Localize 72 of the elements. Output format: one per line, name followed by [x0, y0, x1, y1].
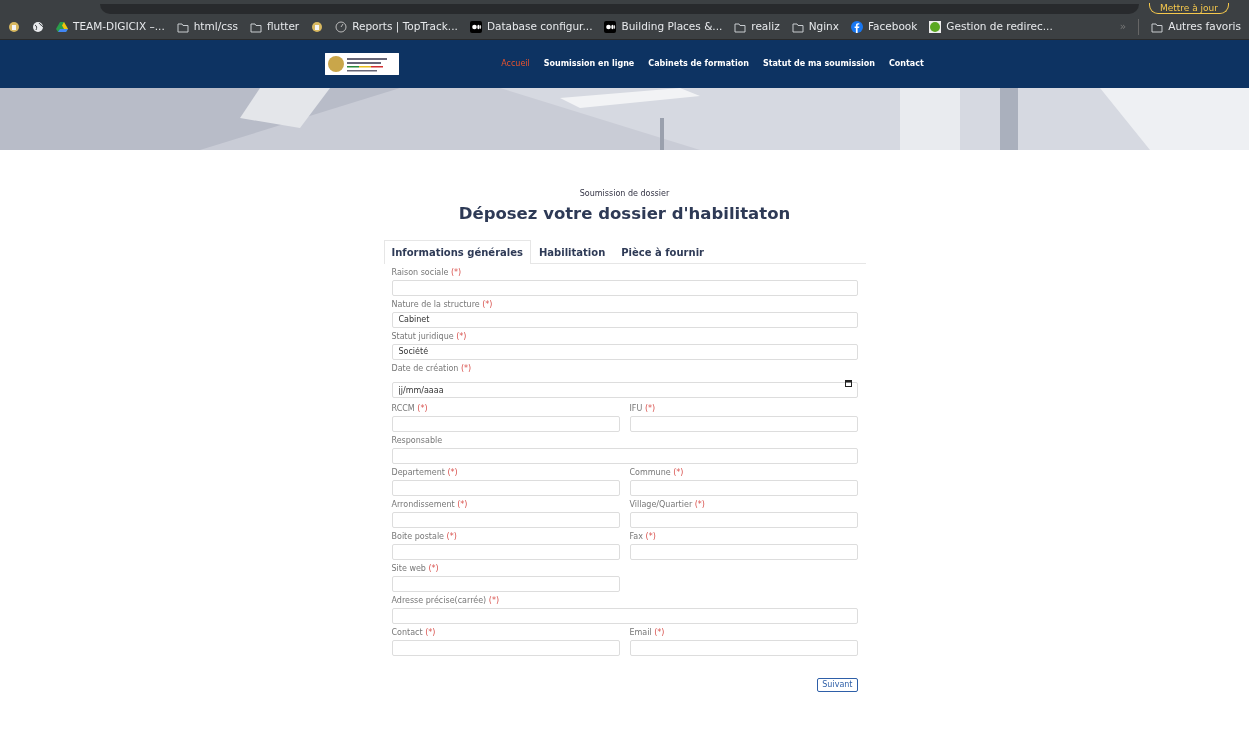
field-label: Responsable: [391, 435, 444, 446]
globe-icon[interactable]: [32, 20, 44, 33]
text-field[interactable]: [629, 543, 858, 560]
folder-icon: [249, 20, 262, 33]
nav-link[interactable]: Contact: [888, 58, 924, 70]
emblem-icon[interactable]: [8, 20, 20, 33]
text-field[interactable]: [391, 511, 620, 528]
clock-icon: [335, 20, 348, 33]
nav-link[interactable]: Cabinets de formation: [648, 58, 749, 70]
bookmark[interactable]: Facebook: [850, 18, 918, 35]
site-icon: [929, 20, 942, 33]
medium-icon: [604, 20, 617, 33]
text-field[interactable]: [391, 447, 858, 464]
nav-link[interactable]: Soumission en ligne: [543, 58, 635, 70]
text-field[interactable]: [391, 575, 620, 592]
text-field[interactable]: [629, 639, 858, 656]
field-label: Commune (*): [629, 467, 685, 478]
bookmark[interactable]: Database configur...: [469, 18, 593, 35]
next-button[interactable]: Suivant: [817, 677, 858, 692]
emblem-icon[interactable]: [311, 20, 324, 33]
date-field[interactable]: jj/mm/aaaa: [391, 382, 858, 399]
bookmark[interactable]: realiz: [734, 18, 780, 35]
field-label: Contact (*): [391, 627, 437, 638]
bookmark[interactable]: Building Places &...: [604, 18, 723, 35]
text-field[interactable]: [391, 279, 858, 296]
text-field[interactable]: [391, 639, 620, 656]
text-field[interactable]: [629, 511, 858, 528]
facebook-icon: [850, 20, 863, 33]
field-label: Village/Quartier (*): [629, 499, 706, 510]
field-label: Arrondissement (*): [391, 499, 469, 510]
field-label: RCCM (*): [391, 403, 429, 414]
tab[interactable]: Informations générales: [383, 239, 531, 264]
folder-icon: [791, 20, 804, 33]
bookmark[interactable]: flutter: [249, 18, 300, 35]
bookmark[interactable]: TEAM-DIGICIX –...: [56, 18, 165, 35]
text-field[interactable]: [391, 607, 858, 624]
page-title: Déposez votre dossier d'habilitaton: [457, 204, 792, 224]
field-label: Date de création (*): [391, 363, 473, 374]
bookmark[interactable]: html/css: [176, 18, 238, 35]
field-label: Boite postale (*): [391, 531, 458, 542]
nav-link[interactable]: Accueil: [501, 58, 530, 70]
folder-icon: [176, 20, 189, 33]
field-label: Email (*): [629, 627, 666, 638]
text-field[interactable]: [629, 479, 858, 496]
nav-link[interactable]: Statut de ma soumission: [762, 58, 875, 70]
bookmark[interactable]: Autres favoris: [1151, 18, 1241, 35]
field-label: Adresse précise(carrée) (*): [391, 595, 500, 606]
field-label: Departement (*): [391, 467, 459, 478]
text-field[interactable]: [629, 415, 858, 432]
text-field[interactable]: [391, 415, 620, 432]
bookmark[interactable]: Gestion de redirec...: [929, 18, 1053, 35]
field-label: Nature de la structure (*): [391, 299, 494, 310]
drive-icon: [56, 20, 68, 33]
text-field[interactable]: Société: [391, 343, 858, 360]
ministry-logo[interactable]: [325, 53, 400, 75]
field-label: Site web (*): [391, 563, 440, 574]
field-label: Statut juridique (*): [391, 331, 468, 342]
folder-icon: [734, 20, 747, 33]
calendar-icon[interactable]: [844, 380, 852, 388]
section-subtitle: Soumission de dossier: [578, 188, 671, 200]
bookmark[interactable]: Nginx: [791, 18, 839, 35]
text-field[interactable]: [391, 479, 620, 496]
text-field[interactable]: [391, 543, 620, 560]
medium-icon: [469, 20, 482, 33]
bookmark[interactable]: Reports | TopTrack...: [335, 18, 458, 35]
field-label: Raison sociale (*): [391, 267, 463, 278]
tab[interactable]: Habilitation: [531, 239, 614, 264]
folder-icon: [1151, 20, 1164, 33]
text-field[interactable]: Cabinet: [391, 311, 858, 328]
field-label: IFU (*): [629, 403, 657, 414]
tab[interactable]: Pièce à fournir: [613, 239, 712, 264]
field-label: Fax (*): [629, 531, 657, 542]
